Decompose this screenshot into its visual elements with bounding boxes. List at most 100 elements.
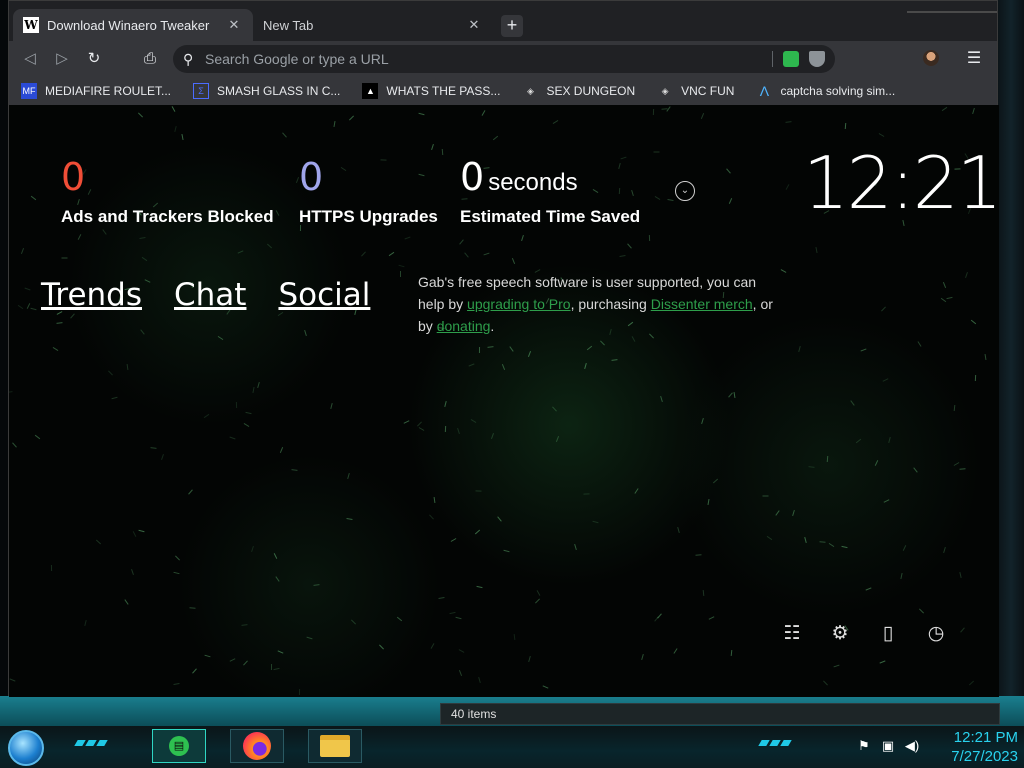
particle <box>17 304 24 310</box>
taskbar-app-dissenter[interactable]: ▤ <box>152 729 206 763</box>
bookmark-item[interactable]: ◈ VNC FUN <box>657 83 735 99</box>
taskbar: ▤ ⚑ ▣ ◀) 12:21 PM 7/27/2023 <box>0 726 1024 768</box>
back-icon[interactable]: ◁ <box>19 49 41 69</box>
dissenter-extension-icon[interactable] <box>783 51 799 67</box>
tab-winaero[interactable]: W Download Winaero Tweaker ✕ <box>13 9 253 41</box>
stat-value: 0 <box>460 155 485 199</box>
particle <box>171 106 176 112</box>
close-tab-icon[interactable]: ✕ <box>225 17 243 33</box>
folder-icon <box>320 735 350 757</box>
particle <box>396 616 403 622</box>
bookmark-item[interactable]: ◈ SEX DUNGEON <box>522 83 635 99</box>
history-icon[interactable]: ◷ <box>925 623 947 645</box>
shield-extension-icon[interactable] <box>809 51 825 67</box>
social-link[interactable]: Social <box>278 277 370 313</box>
settings-sliders-icon[interactable]: ☷ <box>781 623 803 645</box>
particle <box>468 363 475 367</box>
particle <box>653 151 660 153</box>
particle <box>611 359 618 361</box>
merch-link[interactable]: Dissenter merch <box>651 296 753 312</box>
bookmark-star-icon[interactable]: ⎙ <box>139 49 161 69</box>
volume-icon[interactable]: ◀) <box>904 738 920 754</box>
tab-new-tab[interactable]: New Tab ✕ <box>253 9 493 41</box>
donate-link[interactable]: donating <box>437 318 491 334</box>
new-tab-button[interactable]: + <box>501 15 523 37</box>
promo-text: , purchasing <box>570 296 651 312</box>
particle <box>828 542 835 548</box>
gear-icon[interactable]: ⚙ <box>829 623 851 645</box>
bookmark-item[interactable]: ▲ WHATS THE PASS... <box>362 83 500 99</box>
bookmark-icon: ▲ <box>362 83 379 99</box>
taskbar-decoration <box>758 740 793 752</box>
particle <box>418 112 425 116</box>
particle <box>780 269 787 273</box>
particle <box>536 590 541 596</box>
particle <box>252 386 255 394</box>
particle <box>388 251 395 257</box>
particle <box>946 296 953 300</box>
taskbar-app-explorer[interactable] <box>308 729 362 763</box>
divider <box>772 51 773 67</box>
particle <box>50 564 53 572</box>
particle <box>775 510 780 516</box>
particle <box>150 447 157 449</box>
chevron-down-icon[interactable]: ⌄ <box>675 181 695 201</box>
particle <box>102 229 107 235</box>
flag-icon[interactable]: ⚑ <box>856 738 872 754</box>
bookmark-item[interactable]: MF MEDIAFIRE ROULET... <box>21 83 171 99</box>
particle <box>970 319 977 325</box>
particle <box>84 619 87 627</box>
upgrade-pro-link[interactable]: upgrading to Pro <box>467 296 571 312</box>
particle <box>707 498 710 506</box>
particle <box>860 348 867 352</box>
particle <box>9 391 13 393</box>
forward-icon[interactable]: ▷ <box>51 49 73 69</box>
particle <box>243 660 248 666</box>
bookmark-item[interactable]: Σ SMASH GLASS IN C... <box>193 83 340 99</box>
bookmark-item[interactable]: Λ captcha solving sim... <box>756 83 895 99</box>
trends-link[interactable]: Trends <box>41 277 142 313</box>
bookmarks-icon[interactable]: ▯ <box>877 623 899 645</box>
particle <box>137 112 144 118</box>
particle <box>140 329 145 335</box>
network-icon[interactable]: ▣ <box>880 738 896 754</box>
particle <box>660 395 663 403</box>
particle <box>552 119 559 125</box>
particle <box>175 555 180 561</box>
taskbar-clock[interactable]: 12:21 PM 7/27/2023 <box>934 728 1018 766</box>
particle <box>815 246 818 254</box>
particle <box>483 252 490 256</box>
particle <box>940 297 947 303</box>
close-tab-icon[interactable]: ✕ <box>465 17 483 33</box>
support-message: Gab's free speech software is user suppo… <box>418 271 778 337</box>
particle <box>521 234 524 242</box>
particle <box>132 531 137 537</box>
chat-link[interactable]: Chat <box>174 277 246 313</box>
address-bar[interactable]: ⚲ <box>173 45 835 73</box>
particle <box>108 370 113 376</box>
search-icon: ⚲ <box>183 50 194 67</box>
particle <box>879 660 886 664</box>
search-input[interactable] <box>205 51 772 67</box>
particle <box>943 546 946 554</box>
particle <box>503 549 510 553</box>
particle <box>701 417 704 425</box>
particle <box>574 543 577 551</box>
reload-icon[interactable]: ↻ <box>83 49 105 69</box>
profile-avatar[interactable] <box>923 50 939 66</box>
bookmark-label: WHATS THE PASS... <box>386 84 501 98</box>
bookmark-icon: Λ <box>759 83 770 99</box>
stat-label: Estimated Time Saved <box>460 207 641 226</box>
particle <box>584 362 587 370</box>
menu-icon[interactable]: ☰ <box>965 48 983 70</box>
particle <box>138 529 145 533</box>
start-button[interactable] <box>8 730 44 766</box>
particle <box>430 643 435 649</box>
particle <box>348 115 355 121</box>
tab-strip: W Download Winaero Tweaker ✕ New Tab ✕ + <box>9 1 997 41</box>
taskbar-decoration <box>74 740 109 752</box>
taskbar-app-firefox[interactable] <box>230 729 284 763</box>
nav-links: Trends Chat Social <box>41 277 402 313</box>
promo-text: . <box>490 318 495 334</box>
particle <box>347 472 350 480</box>
